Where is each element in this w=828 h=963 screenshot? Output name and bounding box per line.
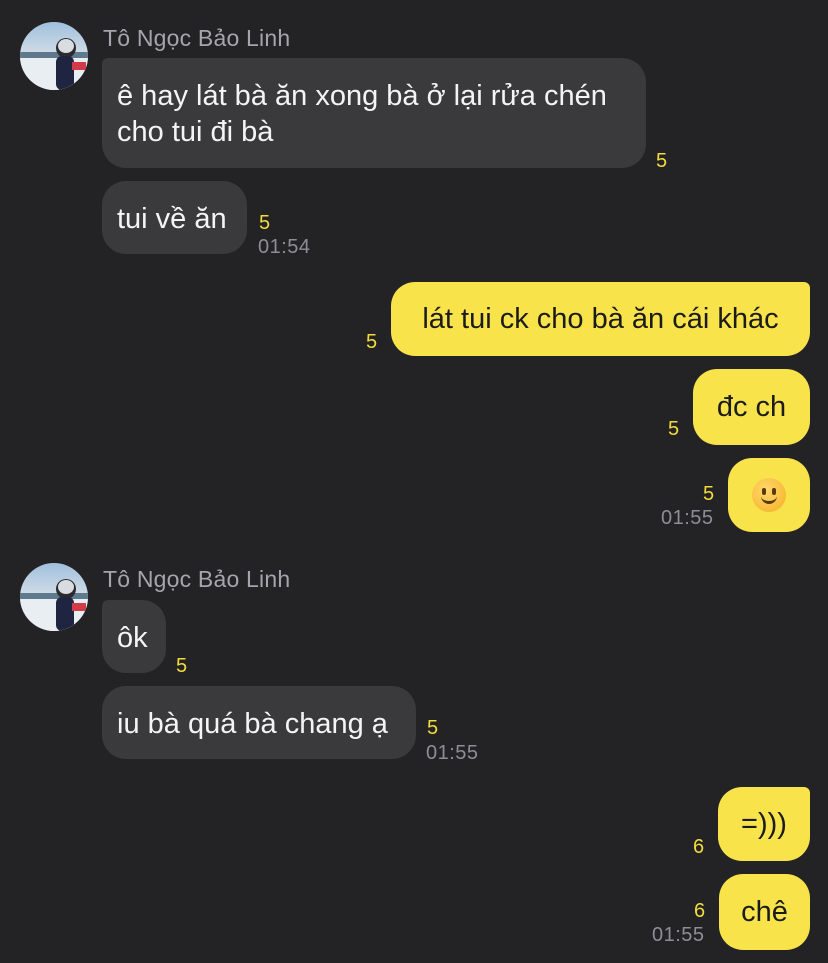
unread-count: 5 <box>668 418 680 440</box>
profile-photo-avatar <box>20 38 88 90</box>
message-text: chê <box>741 896 788 928</box>
unread-count: 5 <box>366 331 378 353</box>
message-bubble[interactable]: ôk <box>102 600 166 673</box>
unread-count: 5 <box>259 212 271 234</box>
unread-count: 5 <box>656 150 668 172</box>
message-timestamp: 01:55 <box>652 924 705 946</box>
message-timestamp: 01:55 <box>661 507 714 529</box>
sender-avatar[interactable] <box>20 563 88 631</box>
sender-name: Tô Ngọc Bảo Linh <box>103 25 291 51</box>
message-text: ôk <box>117 622 148 654</box>
unread-count: 6 <box>694 900 706 922</box>
message-timestamp: 01:54 <box>258 236 311 258</box>
sender-name: Tô Ngọc Bảo Linh <box>103 566 291 592</box>
message-text: đc ch <box>716 391 787 423</box>
slightly-smiling-face-emoji <box>752 478 786 512</box>
message-bubble[interactable]: iu bà quá bà chang ạ <box>102 686 416 759</box>
message-bubble[interactable]: =))) <box>718 787 810 861</box>
message-bubble[interactable]: chê <box>719 874 810 950</box>
unread-count: 5 <box>427 717 439 739</box>
sender-avatar[interactable] <box>20 22 88 90</box>
message-timestamp: 01:55 <box>426 742 479 764</box>
message-bubble[interactable] <box>728 458 810 532</box>
message-bubble[interactable]: ê hay lát bà ăn xong bà ở lại rửa chén c… <box>102 58 646 168</box>
message-text: =))) <box>741 808 787 840</box>
unread-count: 5 <box>703 483 715 505</box>
message-text: iu bà quá bà chang ạ <box>117 708 388 740</box>
unread-count: 6 <box>693 836 705 858</box>
message-text: tui về ăn <box>117 203 227 235</box>
message-bubble[interactable]: tui về ăn <box>102 181 247 254</box>
message-bubble[interactable]: lát tui ck cho bà ăn cái khác <box>391 282 810 356</box>
profile-photo-avatar <box>20 579 88 631</box>
message-text: lát tui ck cho bà ăn cái khác <box>422 303 779 335</box>
message-text: ê hay lát bà ăn xong bà ở lại rửa chén c… <box>117 80 607 148</box>
unread-count: 5 <box>176 655 188 677</box>
message-bubble[interactable]: đc ch <box>693 369 810 445</box>
